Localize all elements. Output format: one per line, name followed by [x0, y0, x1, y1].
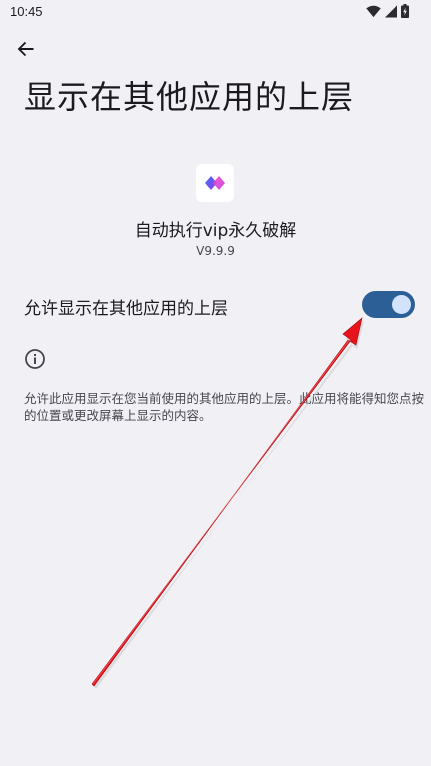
- info-icon: [24, 348, 46, 370]
- permission-toggle-row[interactable]: 允许显示在其他应用的上层: [0, 280, 431, 328]
- status-icons: [366, 4, 409, 18]
- page-title: 显示在其他应用的上层: [24, 78, 355, 116]
- permission-toggle-switch[interactable]: [362, 291, 415, 318]
- arrow-back-icon: [17, 40, 35, 62]
- app-version: V9.9.9: [196, 244, 235, 258]
- app-diamond-icon: [196, 164, 234, 202]
- permission-description: 允许此应用显示在您当前使用的其他应用的上层。此应用将能得知您点按的位置或更改屏幕…: [24, 391, 425, 423]
- status-time: 10:45: [10, 4, 43, 19]
- status-bar: 10:45: [0, 0, 431, 26]
- toggle-knob: [392, 295, 411, 314]
- back-button[interactable]: [11, 36, 41, 66]
- signal-icon: [385, 5, 397, 18]
- wifi-icon: [366, 5, 381, 18]
- battery-charging-icon: [401, 4, 409, 18]
- app-name: 自动执行vip永久破解: [134, 221, 297, 241]
- permission-toggle-label: 允许显示在其他应用的上层: [24, 299, 228, 319]
